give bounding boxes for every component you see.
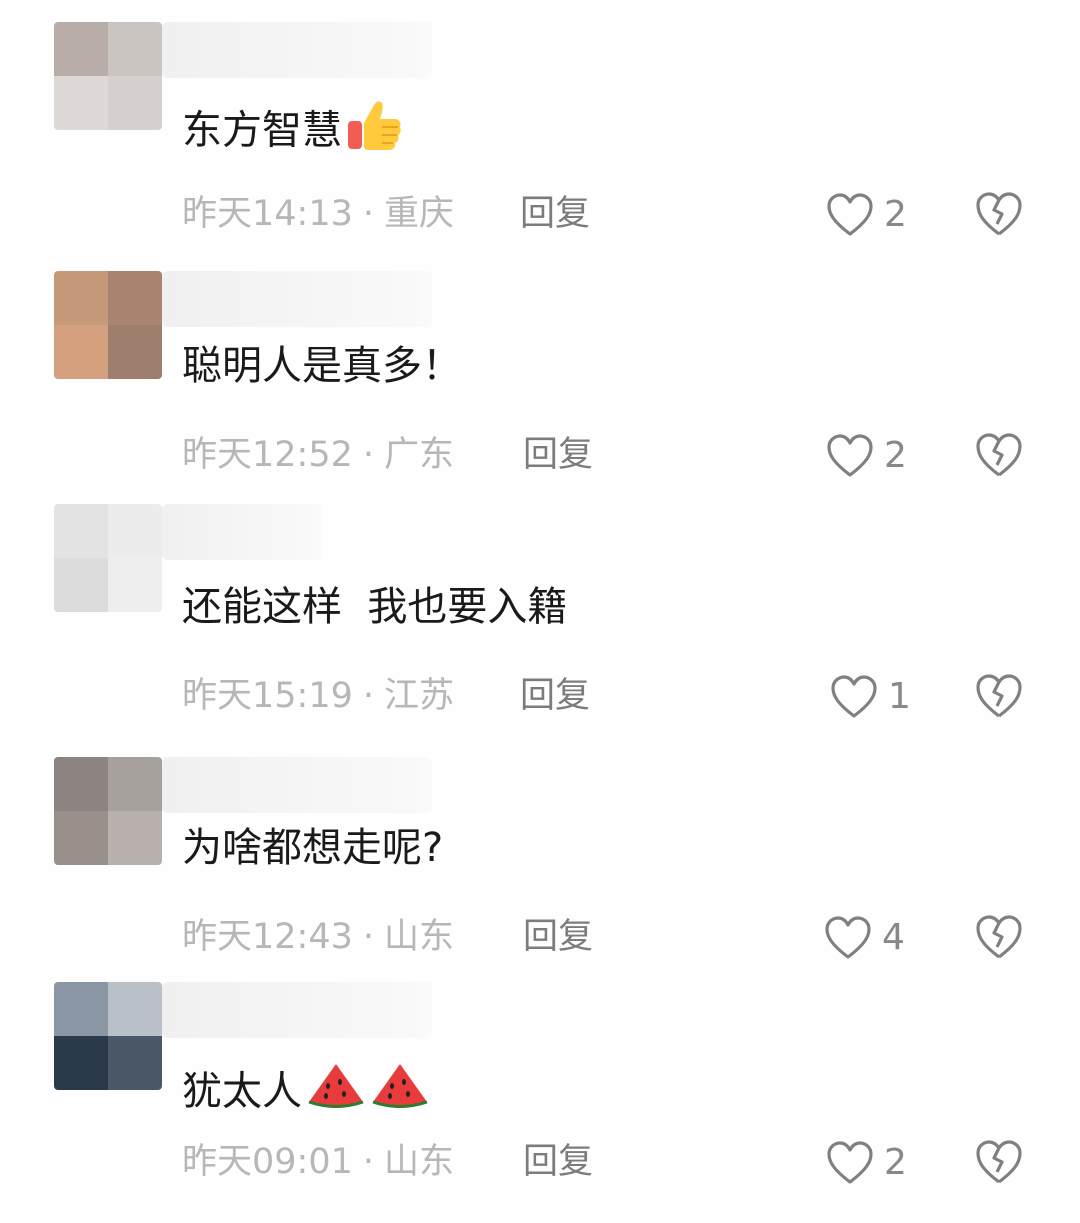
username-blurred[interactable] <box>162 982 432 1038</box>
comment-text: 为啥都想走呢? <box>182 825 444 871</box>
avatar[interactable] <box>54 757 162 865</box>
like-button[interactable]: 2 <box>826 429 907 483</box>
comment-time: 昨天12:52 <box>182 435 353 475</box>
like-button[interactable]: 2 <box>826 1136 907 1190</box>
comment-item: 还能这样 我也要入籍 昨天15:19 · 江苏 回复 1 <box>0 504 1080 745</box>
like-count: 2 <box>884 194 907 235</box>
reply-button[interactable]: 回复 <box>523 427 593 483</box>
comment-item: 东方智慧 昨天14:13 · 重庆 回复 2 <box>0 22 1080 263</box>
heart-outline-icon <box>827 434 873 477</box>
broken-heart-icon[interactable] <box>974 190 1024 238</box>
watermelon-icon <box>370 1060 430 1127</box>
comment-location: 广东 <box>384 435 455 475</box>
like-count: 1 <box>888 676 911 717</box>
broken-heart-icon[interactable] <box>974 431 1024 479</box>
heart-outline-icon <box>825 916 871 959</box>
like-button[interactable]: 4 <box>824 911 905 965</box>
reply-button[interactable]: 回复 <box>523 1134 593 1190</box>
heart-outline-icon <box>827 193 873 236</box>
comment-text: 聪明人是真多！ <box>182 343 462 389</box>
comment-location: 江苏 <box>384 676 455 716</box>
comment-text: 还能这样 我也要入籍 <box>182 584 568 630</box>
comment-text: 犹太人 <box>182 1060 430 1127</box>
avatar[interactable] <box>54 982 162 1090</box>
like-count: 4 <box>882 917 905 958</box>
comment-time: 昨天12:43 <box>182 917 353 957</box>
comment-text: 东方智慧 <box>182 97 404 168</box>
comment-location: 山东 <box>384 1142 455 1182</box>
watermelon-icon <box>306 1060 366 1127</box>
comment-time: 昨天14:13 <box>182 194 353 234</box>
username-blurred[interactable] <box>162 271 432 327</box>
thumbs-up-icon <box>346 97 404 168</box>
comment-item: 聪明人是真多！ 昨天12:52 · 广东 回复 2 <box>0 263 1080 504</box>
broken-heart-icon[interactable] <box>974 913 1024 961</box>
comment-time: 昨天15:19 <box>182 676 353 716</box>
avatar[interactable] <box>54 504 162 612</box>
username-blurred[interactable] <box>162 504 322 560</box>
like-button[interactable]: 1 <box>830 670 911 724</box>
comment-meta: 昨天15:19 · 江苏 <box>182 676 455 716</box>
broken-heart-icon[interactable] <box>974 672 1024 720</box>
reply-button[interactable]: 回复 <box>520 186 590 242</box>
username-blurred[interactable] <box>162 757 432 813</box>
username-blurred[interactable] <box>162 22 432 78</box>
comment-meta: 昨天09:01 · 山东 <box>182 1142 455 1182</box>
broken-heart-icon[interactable] <box>974 1138 1024 1186</box>
comment-meta: 昨天12:43 · 山东 <box>182 917 455 957</box>
like-count: 2 <box>884 435 907 476</box>
comment-item: 为啥都想走呢? 昨天12:43 · 山东 回复 4 <box>0 745 1080 986</box>
comment-text-label: 犹太人 <box>182 1068 302 1115</box>
avatar[interactable] <box>54 271 162 379</box>
reply-button[interactable]: 回复 <box>523 909 593 965</box>
like-count: 2 <box>884 1142 907 1183</box>
like-button[interactable]: 2 <box>826 188 907 242</box>
comment-location: 山东 <box>384 917 455 957</box>
comment-meta: 昨天12:52 · 广东 <box>182 435 455 475</box>
comment-location: 重庆 <box>384 194 455 234</box>
comment-time: 昨天09:01 <box>182 1142 353 1182</box>
heart-outline-icon <box>827 1141 873 1184</box>
comment-meta: 昨天14:13 · 重庆 <box>182 194 455 234</box>
heart-outline-icon <box>831 675 877 718</box>
comment-item: 犹太人 昨天09:01 · 山东 回复 2 <box>0 982 1080 1223</box>
comment-text-label: 东方智慧 <box>182 107 342 154</box>
reply-button[interactable]: 回复 <box>520 668 590 724</box>
avatar[interactable] <box>54 22 162 130</box>
